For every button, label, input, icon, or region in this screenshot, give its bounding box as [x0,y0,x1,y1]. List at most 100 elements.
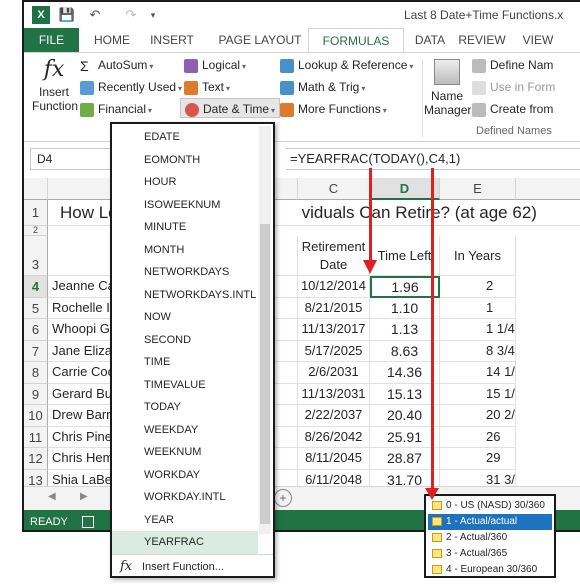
more-functions-button[interactable]: More Functions ▾ [280,99,387,119]
menu-item[interactable]: WEEKNUM [112,441,258,464]
scroll-left-icon[interactable]: ◀ [48,491,56,502]
text-button[interactable]: Text ▾ [184,77,230,97]
tab-review[interactable]: REVIEW [454,28,510,52]
basis-option[interactable]: 1 - Actual/actual [428,514,552,530]
row-header[interactable]: 7 [24,340,48,362]
menu-item[interactable]: WORKDAY.INTL [112,486,258,509]
menu-scrollbar-thumb[interactable] [260,224,270,524]
formula-input[interactable]: =YEARFRAC(TODAY(),C4,1) [286,148,580,170]
column-header-c[interactable]: C [298,178,370,200]
basis-option[interactable]: 2 - Actual/360 [428,530,552,546]
time-left-cell[interactable]: 20.40 [370,405,440,427]
in-years-cell[interactable]: 1 1/4 [440,319,516,341]
row-header[interactable]: 4 [24,276,48,298]
menu-item[interactable]: EDATE [112,126,258,149]
financial-button[interactable]: Financial ▾ [80,99,152,119]
menu-item[interactable]: SECOND [112,329,258,352]
row-header[interactable]: 6 [24,319,48,341]
time-left-cell[interactable]: 8.63 [370,340,440,362]
retirement-date-cell[interactable]: 11/13/2031 [298,383,370,405]
save-icon[interactable]: 💾 [58,6,76,24]
retirement-date-cell[interactable]: 10/12/2014 [298,276,370,298]
row-header[interactable]: 2 [24,226,48,236]
macro-record-icon[interactable] [82,516,94,528]
row-header[interactable]: 9 [24,383,48,405]
autosum-button[interactable]: Σ AutoSum ▾ [80,55,153,75]
row-header[interactable]: 5 [24,297,48,319]
basis-option[interactable]: 4 - European 30/360 [428,562,552,578]
insert-function-menu-item[interactable]: fx Insert Function... [112,554,273,576]
menu-item[interactable]: TIME [112,351,258,374]
row-header[interactable]: 10 [24,405,48,427]
tab-view[interactable]: VIEW [518,28,558,52]
menu-item[interactable]: MONTH [112,239,258,262]
menu-item[interactable]: ISOWEEKNUM [112,194,258,217]
menu-item[interactable]: TIMEVALUE [112,374,258,397]
column-header-e[interactable]: E [440,178,516,200]
logical-button[interactable]: Logical ▾ [184,55,246,75]
undo-icon[interactable]: ↶ [86,6,104,24]
time-left-cell[interactable]: 25.91 [370,426,440,448]
retirement-date-cell[interactable]: 11/13/2017 [298,319,370,341]
menu-item[interactable]: NETWORKDAYS [112,261,258,284]
column-header-d[interactable]: D [370,178,440,200]
retirement-date-cell[interactable]: 8/26/2042 [298,426,370,448]
menu-item[interactable]: HOUR [112,171,258,194]
customize-qat-icon[interactable]: ▾ [144,6,162,24]
menu-item[interactable]: TODAY [112,396,258,419]
define-name-button[interactable]: Define Nam [472,55,553,75]
time-left-cell[interactable]: 1.10 [370,297,440,319]
in-years-cell[interactable]: 8 3/4 [440,340,516,362]
retirement-date-cell[interactable]: 8/11/2045 [298,448,370,470]
menu-item[interactable]: EOMONTH [112,149,258,172]
time-left-cell[interactable]: 1.13 [370,319,440,341]
in-years-cell[interactable]: 29 [440,448,516,470]
recently-used-button[interactable]: Recently Used ▾ [80,77,182,97]
insert-function-button[interactable]: fx Insert Function [32,55,78,123]
redo-icon[interactable]: ↷ [122,6,140,24]
scroll-right-icon[interactable]: ▶ [80,491,88,502]
tab-file[interactable]: FILE [24,28,79,52]
tab-home[interactable]: HOME [90,28,134,52]
in-years-cell[interactable]: 14 1/4 [440,362,516,384]
retirement-date-cell[interactable]: 8/21/2015 [298,297,370,319]
tab-formulas[interactable]: FORMULAS [308,28,404,53]
date-time-button[interactable]: Date & Time ▾ [180,98,281,118]
active-cell[interactable]: 1.96 [370,276,440,298]
menu-item[interactable]: MINUTE [112,216,258,239]
menu-item[interactable]: WEEKDAY [112,419,258,442]
use-in-formula-button[interactable]: Use in Form [472,77,555,97]
tab-insert[interactable]: INSERT [146,28,198,52]
in-years-cell[interactable]: 15 1/4 [440,383,516,405]
retirement-date-cell[interactable]: 2/6/2031 [298,362,370,384]
menu-item[interactable]: YEARFRAC [112,531,258,554]
math-trig-button[interactable]: Math & Trig ▾ [280,77,365,97]
row-header[interactable]: 12 [24,448,48,470]
menu-item[interactable]: NOW [112,306,258,329]
retirement-date-cell[interactable]: 2/22/2037 [298,405,370,427]
menu-item[interactable]: NETWORKDAYS.INTL [112,284,258,307]
in-years-cell[interactable]: 2 [440,276,516,298]
row-header[interactable]: 1 [24,200,48,226]
time-left-cell[interactable]: 15.13 [370,383,440,405]
row-header[interactable]: 3 [24,236,48,276]
time-left-cell[interactable]: 14.36 [370,362,440,384]
create-from-selection-button[interactable]: Create from [472,99,553,119]
basis-option[interactable]: 0 - US (NASD) 30/360 [428,498,552,514]
row-header[interactable]: 8 [24,362,48,384]
name-manager-button[interactable]: Name Manager [424,57,471,117]
time-left-cell[interactable]: 28.87 [370,448,440,470]
row-header[interactable]: 11 [24,426,48,448]
basis-option[interactable]: 3 - Actual/365 [428,546,552,562]
menu-item[interactable]: YEAR [112,509,258,532]
select-all-corner[interactable] [24,178,48,200]
column-header-f[interactable] [516,178,580,200]
in-years-cell[interactable]: 1 [440,297,516,319]
lookup-reference-button[interactable]: Lookup & Reference ▾ [280,55,413,75]
tab-data[interactable]: DATA [412,28,448,52]
tab-page-layout[interactable]: PAGE LAYOUT [210,28,310,52]
in-years-cell[interactable]: 26 [440,426,516,448]
name-box[interactable]: D4 [30,148,120,170]
retirement-date-cell[interactable]: 5/17/2025 [298,340,370,362]
add-sheet-icon[interactable]: + [274,489,292,507]
